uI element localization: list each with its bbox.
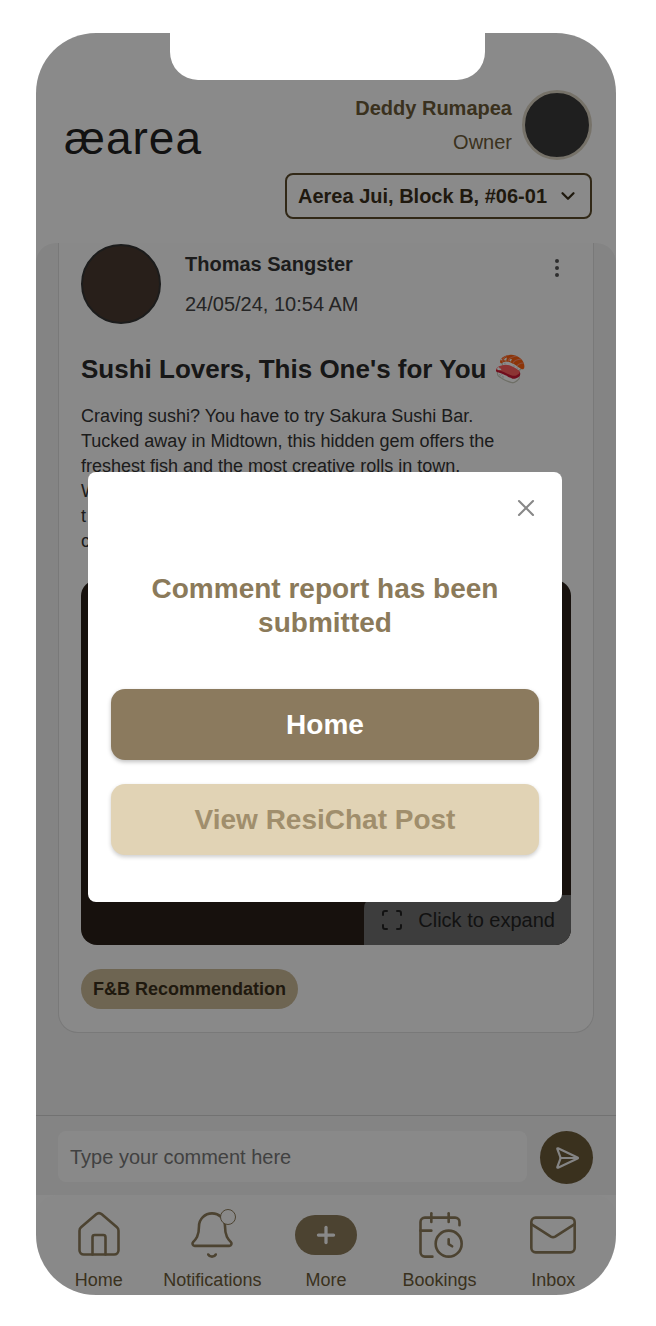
page: æareaDeddy RumapeaOwnerAerea Jui, Block … — [0, 0, 656, 1326]
close-icon[interactable] — [512, 494, 540, 522]
phone-screen: æareaDeddy RumapeaOwnerAerea Jui, Block … — [36, 33, 616, 1295]
report-dialog: Comment report has been submitted Home Vie… — [88, 472, 562, 902]
phone-notch — [170, 33, 485, 80]
modal-overlay[interactable]: Comment report has been submitted Home Vie… — [36, 33, 616, 1295]
home-button[interactable]: Home — [111, 689, 539, 760]
dialog-message: Comment report has been submitted — [88, 572, 562, 640]
view-post-button[interactable]: View ResiChat Post — [111, 784, 539, 855]
